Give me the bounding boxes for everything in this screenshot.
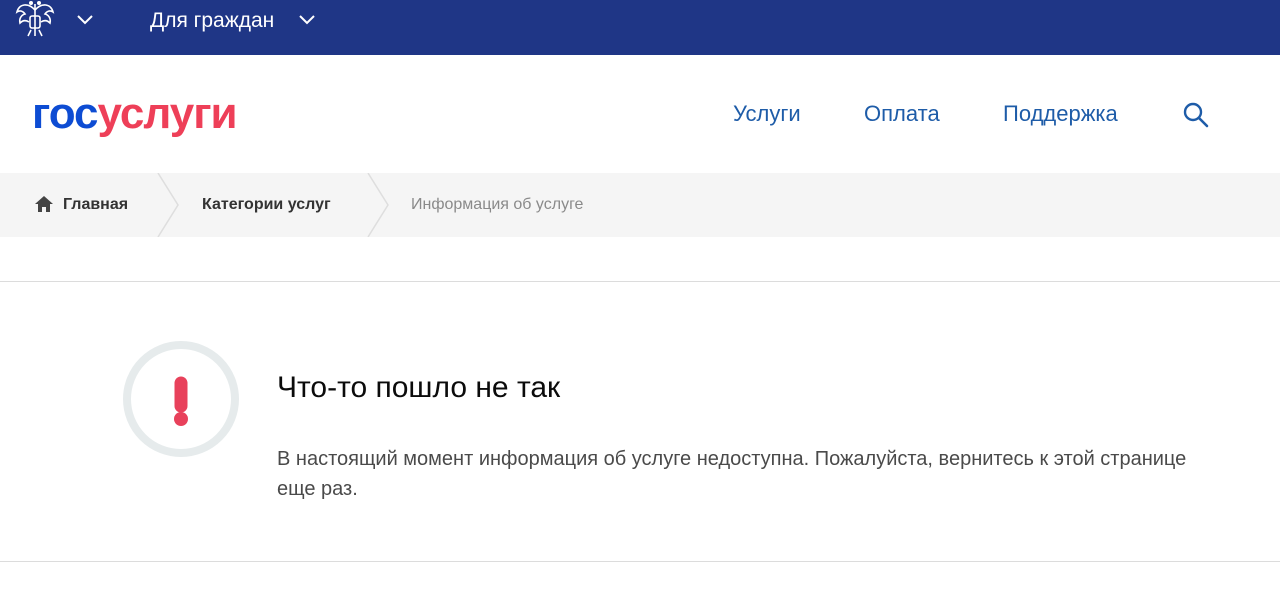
search-icon[interactable] [1182, 101, 1210, 129]
nav-services[interactable]: Услуги [733, 99, 801, 129]
citizens-menu-label: Для граждан [150, 9, 275, 32]
divider [0, 561, 1280, 562]
russian-coat-of-arms-icon[interactable] [14, 0, 56, 38]
exclamation-icon [174, 376, 188, 426]
breadcrumb: Главная Категории услуг Информация об ус… [0, 172, 1280, 238]
error-badge [123, 341, 239, 457]
divider [0, 281, 1280, 282]
breadcrumb-current: Информация об услуге [411, 196, 584, 213]
breadcrumb-categories[interactable]: Категории услуг [202, 173, 331, 237]
chevron-down-icon[interactable] [298, 12, 316, 26]
breadcrumb-separator [156, 172, 180, 238]
error-message: В настоящий момент информация об услуге … [277, 448, 1187, 500]
home-icon[interactable] [34, 195, 54, 213]
chevron-down-icon[interactable] [76, 12, 94, 26]
top-bar: Для граждан [0, 0, 1280, 55]
logo-part-gos: гос [32, 89, 99, 138]
citizens-menu[interactable]: Для граждан [150, 8, 274, 34]
breadcrumb-separator [366, 172, 390, 238]
error-title: Что-то пошло не так [277, 371, 561, 404]
breadcrumb-home[interactable]: Главная [63, 173, 128, 237]
gosuslugi-logo[interactable]: госуслуги [32, 89, 238, 139]
site-header: госуслуги Услуги Оплата Поддержка [0, 55, 1280, 173]
logo-part-uslugi: услуги [97, 89, 238, 138]
nav-support[interactable]: Поддержка [1003, 99, 1118, 129]
nav-payment[interactable]: Оплата [864, 99, 940, 129]
